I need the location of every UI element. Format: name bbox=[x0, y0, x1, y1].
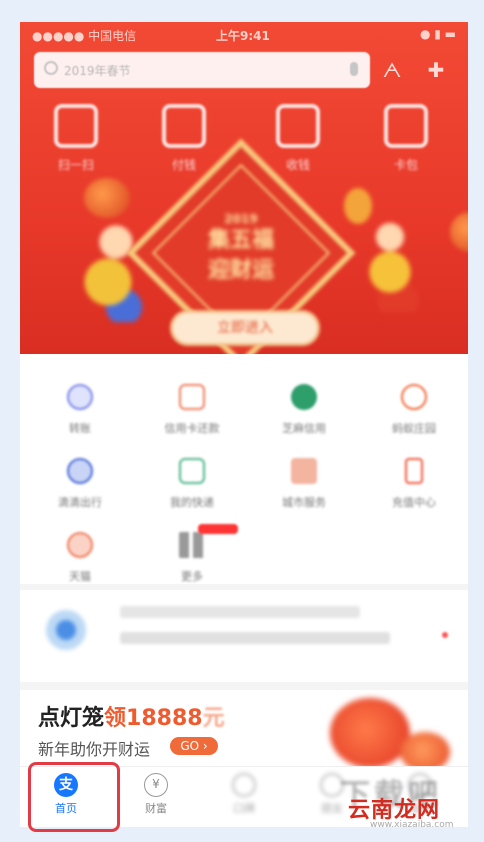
scan-icon bbox=[54, 104, 98, 148]
banner-title-text: 集五福 迎财运 bbox=[207, 228, 274, 283]
sesame-icon bbox=[291, 384, 317, 410]
enter-button[interactable]: 立即进入 bbox=[170, 310, 320, 346]
tab-koubei[interactable]: 口碑 bbox=[212, 773, 276, 816]
app-transfer[interactable]: 转账 bbox=[30, 384, 130, 436]
app-transfer-label: 转账 bbox=[69, 422, 91, 435]
promo-title: 点灯笼领18888元 bbox=[38, 700, 225, 732]
credit-card-icon bbox=[179, 384, 205, 410]
tmall-icon bbox=[67, 532, 93, 558]
banner-badge: 2019 bbox=[224, 212, 258, 226]
phone-screen: ●●●●● 中国电信 上午9:41 ● ▮ ▬ 2019年春节 ᗅ ✚ 扫一扫 … bbox=[20, 22, 468, 827]
cardbag-icon bbox=[384, 104, 428, 148]
lantern-decoration bbox=[344, 188, 372, 224]
add-icon[interactable]: ✚ bbox=[424, 58, 448, 82]
app-farm-label: 蚂蚁庄园 bbox=[392, 422, 436, 435]
status-bar: ●●●●● 中国电信 上午9:41 ● ▮ ▬ bbox=[20, 24, 468, 46]
collect-icon bbox=[276, 104, 320, 148]
mic-icon[interactable] bbox=[350, 62, 358, 76]
app-topup[interactable]: 充值中心 bbox=[364, 458, 464, 510]
topup-icon bbox=[405, 458, 423, 484]
app-city-label: 城市服务 bbox=[282, 496, 326, 509]
watermark: 下载吧 云南龙网 www.xiazaiba.com bbox=[340, 770, 480, 830]
express-icon bbox=[179, 458, 205, 484]
app-didi[interactable]: 滴滴出行 bbox=[30, 458, 130, 510]
quick-collect-label: 收钱 bbox=[285, 158, 310, 172]
promo-title-c: 元 bbox=[202, 706, 225, 731]
go-label: GO bbox=[180, 739, 200, 753]
quick-collect[interactable]: 收钱 bbox=[268, 104, 328, 173]
kid-illustration bbox=[350, 212, 430, 312]
pager-dot bbox=[442, 632, 448, 638]
banner-title: 2019 集五福 迎财运 bbox=[190, 212, 292, 286]
tab-wealth-label: 财富 bbox=[145, 802, 167, 815]
promo-subtitle: 新年助你开财运 bbox=[38, 740, 151, 759]
app-grid: 转账 信用卡还款 芝麻信用 蚂蚁庄园 滴滴出行 我的快递 城市服务 充值中心 天… bbox=[20, 354, 468, 584]
app-express[interactable]: 我的快递 bbox=[142, 458, 242, 510]
city-icon bbox=[291, 458, 317, 484]
promo-title-a: 点灯笼 bbox=[38, 706, 105, 731]
watermark-url: www.xiazaiba.com bbox=[370, 820, 454, 830]
highlight-box bbox=[28, 762, 120, 832]
search-placeholder: 2019年春节 bbox=[64, 64, 131, 78]
transfer-icon bbox=[67, 384, 93, 410]
didi-icon bbox=[67, 458, 93, 484]
quick-cardbag-label: 卡包 bbox=[393, 158, 418, 172]
promo-title-b: 领18888 bbox=[104, 706, 203, 731]
app-didi-label: 滴滴出行 bbox=[58, 496, 102, 509]
quick-pay-label: 付钱 bbox=[171, 158, 196, 172]
app-express-label: 我的快递 bbox=[170, 496, 214, 509]
new-badge bbox=[198, 524, 238, 534]
tab-koubei-label: 口碑 bbox=[233, 802, 255, 815]
lantern-decoration bbox=[450, 212, 468, 252]
app-sesame-label: 芝麻信用 bbox=[282, 422, 326, 435]
hero-banner: ●●●●● 中国电信 上午9:41 ● ▮ ▬ 2019年春节 ᗅ ✚ 扫一扫 … bbox=[20, 22, 468, 354]
pay-icon bbox=[162, 104, 206, 148]
more-icon bbox=[179, 532, 205, 558]
status-time: 上午9:41 bbox=[216, 29, 270, 43]
app-sesame[interactable]: 芝麻信用 bbox=[254, 384, 354, 436]
tab-wealth[interactable]: ¥ 财富 bbox=[124, 773, 188, 816]
quick-scan[interactable]: 扫一扫 bbox=[46, 104, 106, 173]
farm-icon bbox=[401, 384, 427, 410]
contacts-icon[interactable]: ᗅ bbox=[380, 58, 404, 82]
app-credit-card[interactable]: 信用卡还款 bbox=[142, 384, 242, 436]
app-credit-card-label: 信用卡还款 bbox=[164, 422, 220, 435]
notice-card[interactable] bbox=[20, 590, 468, 682]
quick-scan-label: 扫一扫 bbox=[57, 158, 94, 172]
app-city[interactable]: 城市服务 bbox=[254, 458, 354, 510]
robot-icon bbox=[36, 602, 96, 658]
app-topup-label: 充值中心 bbox=[392, 496, 436, 509]
app-more-label: 更多 bbox=[181, 570, 203, 583]
app-tmall[interactable]: 天猫 bbox=[30, 532, 130, 584]
quick-cardbag[interactable]: 卡包 bbox=[376, 104, 436, 173]
notice-line-2 bbox=[120, 632, 390, 644]
notice-line-1 bbox=[120, 606, 360, 618]
yen-icon: ¥ bbox=[144, 773, 168, 797]
lantern-decoration bbox=[84, 178, 130, 218]
app-tmall-label: 天猫 bbox=[69, 570, 91, 583]
search-input[interactable]: 2019年春节 bbox=[34, 52, 370, 88]
battery-icon: ● ▮ ▬ bbox=[419, 27, 456, 41]
quick-pay[interactable]: 付钱 bbox=[154, 104, 214, 173]
koubei-icon bbox=[232, 773, 256, 797]
app-more[interactable]: 更多 bbox=[142, 532, 242, 584]
app-farm[interactable]: 蚂蚁庄园 bbox=[364, 384, 464, 436]
search-icon bbox=[44, 61, 58, 75]
carrier-signal: ●●●●● 中国电信 bbox=[32, 29, 137, 43]
go-button[interactable]: GO › bbox=[170, 737, 218, 755]
